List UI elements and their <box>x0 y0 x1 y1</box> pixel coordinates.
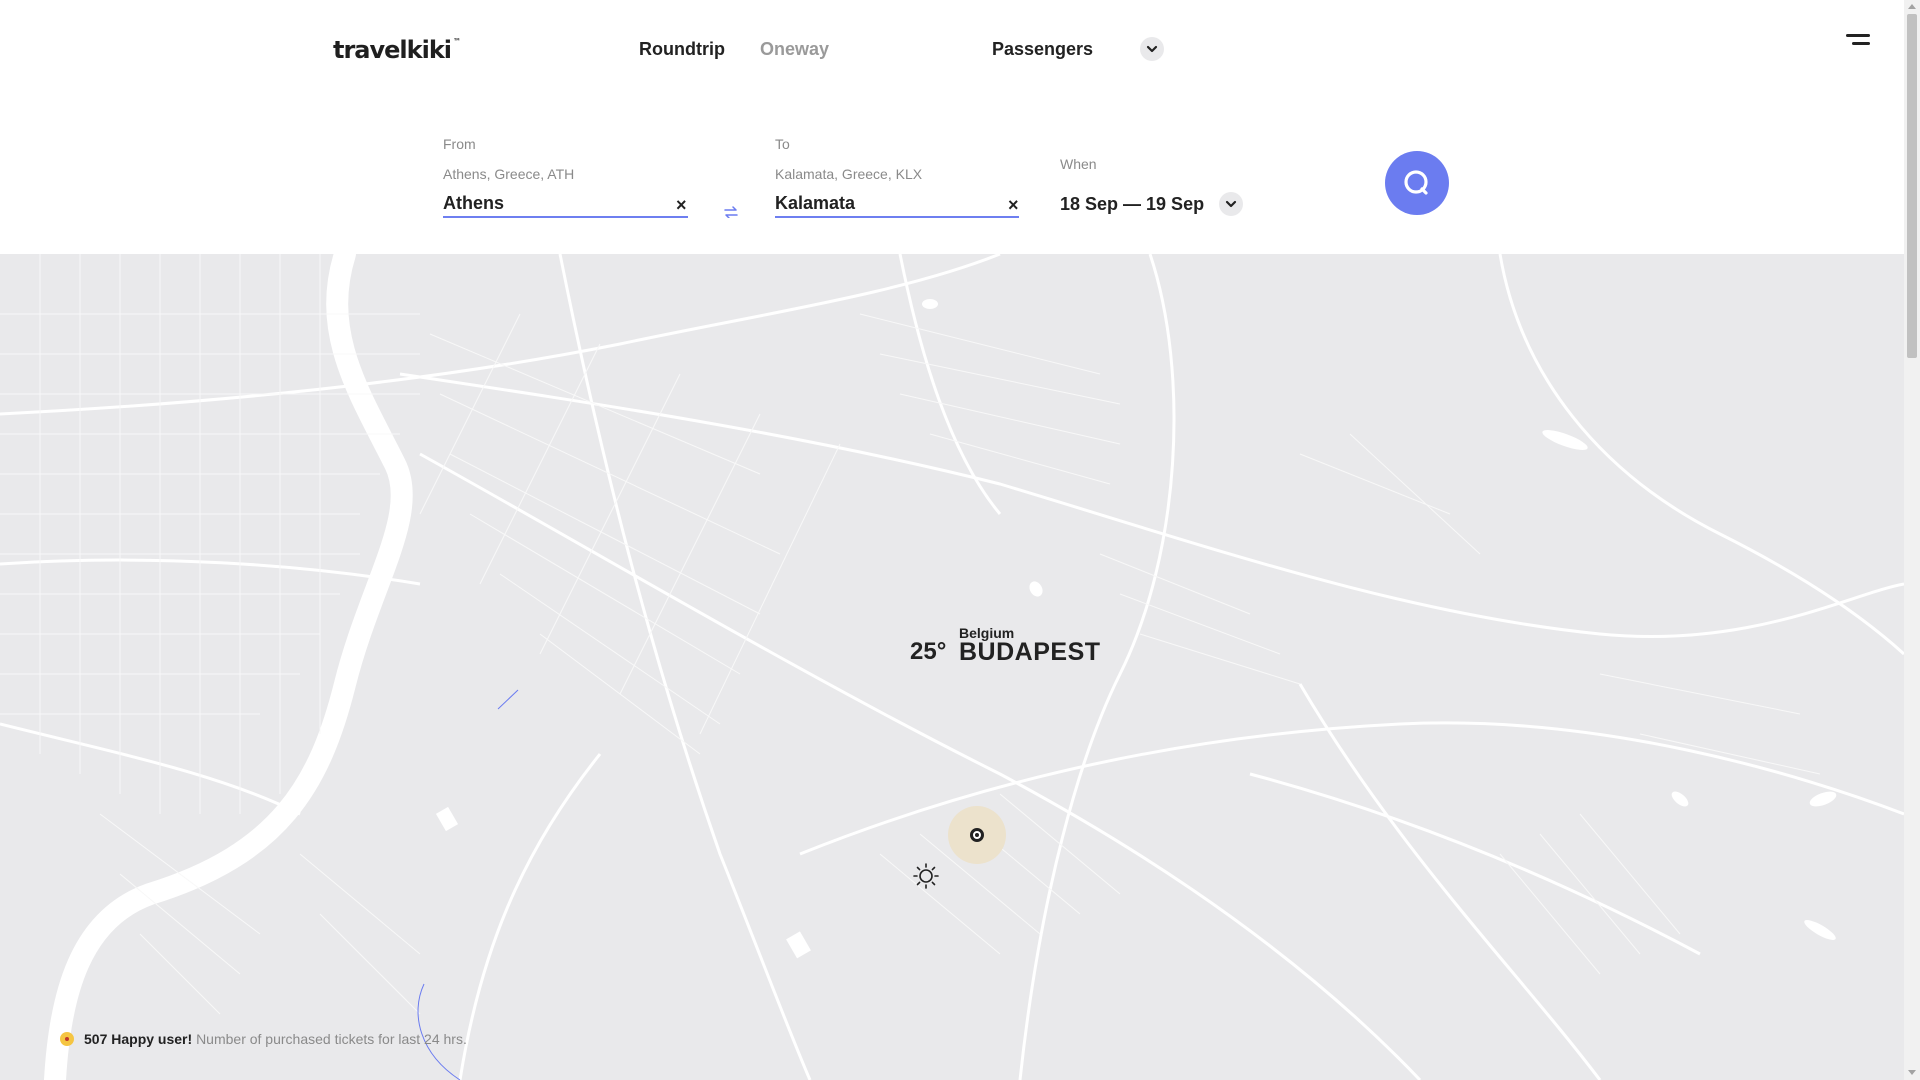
tab-oneway[interactable]: Oneway <box>760 39 829 60</box>
date-range-value[interactable]: 18 Sep — 19 Sep <box>1060 194 1204 215</box>
logo-text: travelkiki <box>333 36 452 64</box>
passengers-label[interactable]: Passengers <box>992 39 1093 60</box>
passengers-dropdown-button[interactable] <box>1140 37 1164 61</box>
status-dot-icon <box>60 1032 74 1046</box>
from-subtitle: Athens, Greece, ATH <box>443 166 575 182</box>
pin-dot <box>970 828 984 842</box>
to-input[interactable] <box>775 190 1019 218</box>
hamburger-menu-icon[interactable] <box>1846 34 1870 46</box>
scroll-down-arrow-icon[interactable] <box>1908 1070 1916 1075</box>
to-subtitle: Kalamata, Greece, KLX <box>775 166 923 182</box>
date-dropdown-button[interactable] <box>1219 192 1243 216</box>
city-map[interactable] <box>0 254 1904 1080</box>
chevron-down-icon <box>1225 200 1237 208</box>
search-icon <box>1404 170 1428 195</box>
search-button[interactable] <box>1385 151 1449 215</box>
travelkiki-logo[interactable]: travelkiki ™ <box>333 36 461 64</box>
map-roads-layer <box>0 254 1904 1080</box>
map-location-pin[interactable] <box>948 806 1006 864</box>
to-clear-button[interactable]: × <box>1008 196 1019 214</box>
tab-roundtrip[interactable]: Roundtrip <box>639 39 725 60</box>
scroll-up-arrow-icon[interactable] <box>1908 4 1916 9</box>
scrollbar-thumb[interactable] <box>1907 14 1917 358</box>
happy-users-note: 507 Happy user! Number of purchased tick… <box>60 1031 467 1047</box>
city-name[interactable]: BUDAPEST <box>959 638 1101 667</box>
logo-trademark: ™ <box>453 37 461 46</box>
from-input[interactable] <box>443 190 688 218</box>
swap-arrows-icon[interactable] <box>724 206 738 218</box>
temperature-value: 25° <box>910 638 947 665</box>
happy-users-count: 507 Happy user! <box>84 1031 193 1047</box>
sun-icon <box>913 863 939 889</box>
top-header: travelkiki ™ Roundtrip Oneway Passengers … <box>0 0 1904 254</box>
chevron-down-icon <box>1146 45 1158 53</box>
from-label: From <box>443 136 476 152</box>
from-clear-button[interactable]: × <box>676 196 687 214</box>
happy-users-description: Number of purchased tickets for last 24 … <box>196 1031 467 1047</box>
page-scrollbar[interactable] <box>1904 0 1920 1080</box>
to-label: To <box>775 136 790 152</box>
when-label: When <box>1060 156 1097 172</box>
